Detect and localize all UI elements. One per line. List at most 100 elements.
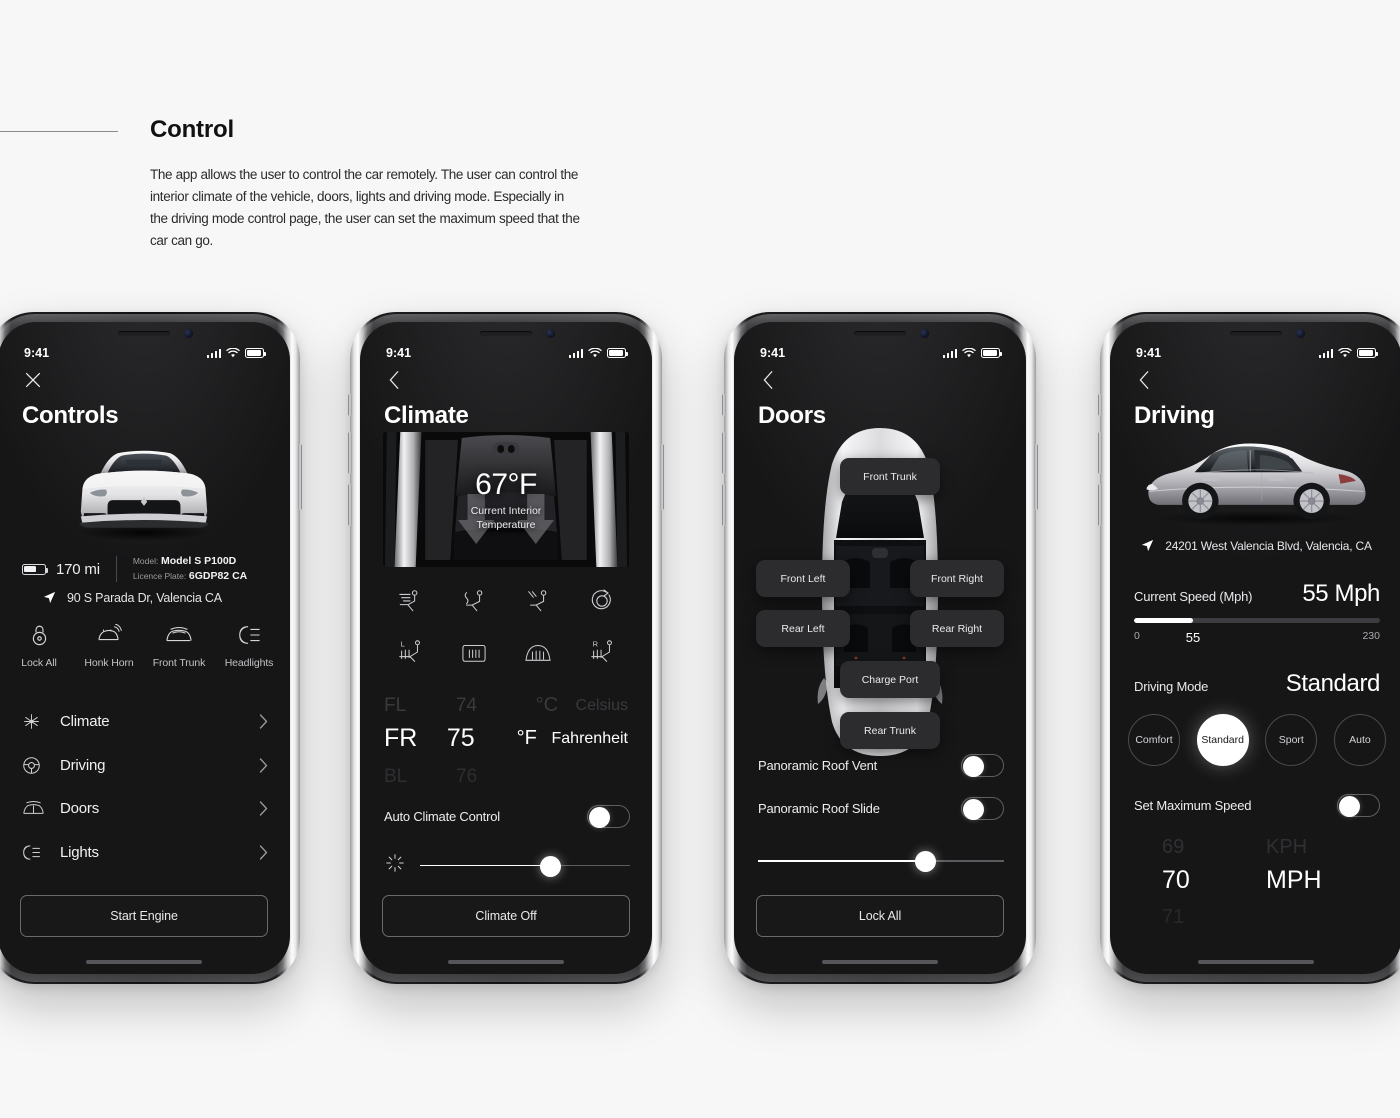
home-indicator[interactable] <box>86 960 202 964</box>
page-title: Control <box>150 116 234 143</box>
power-button[interactable] <box>660 444 664 510</box>
auto-climate-row: Auto Climate Control <box>384 805 630 828</box>
roof-vent-toggle[interactable] <box>961 754 1004 777</box>
slider-knob[interactable] <box>540 855 562 877</box>
front-defrost-icon[interactable] <box>524 637 552 667</box>
fan-speed-slider[interactable] <box>420 855 630 877</box>
door-pill-charge-port[interactable]: Charge Port <box>840 661 940 698</box>
fan-speed-row <box>384 852 630 879</box>
quick-action-front-trunk[interactable]: Front Trunk <box>146 622 212 669</box>
door-pill-rear-right[interactable]: Rear Right <box>910 610 1004 647</box>
vent-feet-icon[interactable] <box>524 585 552 615</box>
chevron-left-icon[interactable] <box>1134 369 1156 391</box>
max-speed-selected: 70 <box>1162 866 1190 894</box>
door-pill-front-right[interactable]: Front Right <box>910 560 1004 597</box>
car-front-image <box>77 450 211 541</box>
start-engine-button[interactable]: Start Engine <box>20 895 268 937</box>
volume-up-button[interactable] <box>722 432 726 474</box>
quick-action-headlights[interactable]: Headlights <box>216 622 282 669</box>
screen-title: Controls <box>22 402 119 429</box>
earpiece-speaker <box>118 331 170 336</box>
mode-option-comfort[interactable]: Comfort <box>1128 714 1180 766</box>
speed-scale: 0 55 230 <box>1134 630 1380 645</box>
status-bar: 9:41 <box>0 344 290 362</box>
rear-defrost-icon[interactable] <box>461 637 487 667</box>
roof-position-slider[interactable] <box>758 851 1004 872</box>
battery-icon <box>1357 348 1378 358</box>
chevron-left-icon[interactable] <box>384 369 406 391</box>
list-item-doors[interactable]: Doors <box>0 787 290 831</box>
max-unit-selected: MPH <box>1266 866 1322 894</box>
mode-option-auto[interactable]: Auto <box>1333 714 1386 766</box>
vent-seat-back-icon[interactable] <box>460 585 488 615</box>
home-indicator[interactable] <box>448 960 564 964</box>
earpiece-speaker <box>1230 331 1282 336</box>
chevron-left-icon[interactable] <box>758 369 780 391</box>
temp-previous: 74 <box>455 694 477 716</box>
status-time: 9:41 <box>24 346 50 360</box>
cellular-signal-icon <box>568 348 583 358</box>
mute-switch[interactable] <box>348 394 352 416</box>
wifi-icon <box>226 348 240 358</box>
max-speed-toggle[interactable] <box>1337 794 1380 817</box>
volume-up-button[interactable] <box>1098 432 1102 474</box>
auto-climate-toggle[interactable] <box>587 805 630 828</box>
earpiece-speaker <box>854 331 906 336</box>
door-pill-rear-trunk[interactable]: Rear Trunk <box>840 712 940 749</box>
temperature-picker[interactable]: FL 74 °C Celsius FR 75 °F Fahrenheit BL … <box>360 694 652 787</box>
door-pill-rear-left[interactable]: Rear Left <box>756 610 850 647</box>
quick-action-lock-all[interactable]: Lock All <box>6 622 72 669</box>
current-speed-label: Current Speed (Mph) <box>1134 589 1253 604</box>
volume-up-button[interactable] <box>348 432 352 474</box>
roof-slide-toggle[interactable] <box>961 797 1004 820</box>
mode-option-standard[interactable]: Standard <box>1196 714 1249 766</box>
fan-speed-icon <box>384 852 406 879</box>
climate-off-button[interactable]: Climate Off <box>382 895 630 937</box>
cellular-signal-icon <box>1318 348 1333 358</box>
door-pill-front-trunk[interactable]: Front Trunk <box>840 458 940 495</box>
screen-doors: 9:41 Doors Front Trunk Front Left Front … <box>734 322 1026 974</box>
home-indicator[interactable] <box>1198 960 1314 964</box>
recirculate-icon[interactable] <box>589 585 615 615</box>
list-item-lights[interactable]: Lights <box>0 831 290 875</box>
wifi-icon <box>588 348 602 358</box>
power-button[interactable] <box>1034 444 1038 510</box>
speed-min-tick: 0 <box>1134 630 1140 642</box>
door-pill-front-left[interactable]: Front Left <box>756 560 850 597</box>
car-doors-icon <box>22 800 48 818</box>
interior-temp-label-line1: Current Interior <box>470 504 542 517</box>
home-indicator[interactable] <box>822 960 938 964</box>
seat-heater-left-icon[interactable]: L <box>395 637 425 667</box>
speed-current-tick: 55 <box>1185 630 1201 645</box>
volume-down-button[interactable] <box>348 484 352 526</box>
list-item-climate[interactable]: Climate <box>0 700 290 744</box>
quick-action-label: Honk Horn <box>84 657 134 669</box>
climate-modes-grid: L R <box>378 585 634 667</box>
lock-all-button[interactable]: Lock All <box>756 895 1004 937</box>
vehicle-location-row: 90 S Parada Dr, Valencia CA <box>42 590 222 605</box>
mute-switch[interactable] <box>1098 394 1102 416</box>
quick-action-honk-horn[interactable]: Honk Horn <box>76 622 142 669</box>
mode-option-sport[interactable]: Sport <box>1265 714 1318 766</box>
close-icon[interactable] <box>22 369 44 391</box>
driving-location-row: 24201 West Valencia Blvd, Valencia, CA <box>1110 538 1400 553</box>
controls-list: Climate Driving Doors Lights <box>0 700 290 874</box>
roof-slide-label: Panoramic Roof Slide <box>758 801 880 816</box>
vent-face-icon[interactable] <box>396 585 424 615</box>
speed-progress-bar[interactable] <box>1134 618 1380 623</box>
list-item-label: Climate <box>60 713 110 731</box>
power-button[interactable] <box>298 444 302 510</box>
volume-down-button[interactable] <box>722 484 726 526</box>
navigation-arrow-icon <box>43 591 56 604</box>
volume-down-button[interactable] <box>1098 484 1102 526</box>
chevron-right-icon <box>259 845 268 860</box>
list-item-driving[interactable]: Driving <box>0 744 290 788</box>
max-speed-picker[interactable]: 69 KPH 70 MPH 71 <box>1110 836 1400 928</box>
temp-next: 76 <box>456 766 478 787</box>
slider-knob[interactable] <box>915 851 937 872</box>
speed-progress-fill <box>1134 618 1194 623</box>
max-picker-row-next: 71 <box>1110 906 1400 929</box>
mute-switch[interactable] <box>722 394 726 416</box>
seat-heater-right-icon[interactable]: R <box>587 637 617 667</box>
current-speed-value: 55 Mph <box>1302 580 1380 607</box>
